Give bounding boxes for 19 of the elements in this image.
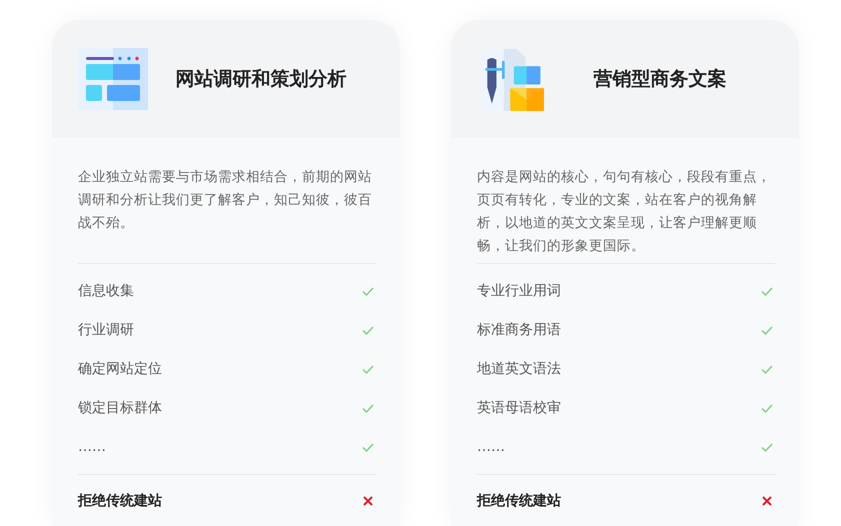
footer-label: 拒绝传统建站 <box>477 492 561 510</box>
feature-label: …… <box>477 438 505 454</box>
feature-label: 确定网站定位 <box>78 360 162 378</box>
feature-label: 专业行业用词 <box>477 282 561 300</box>
cross-icon <box>362 494 374 506</box>
cross-icon <box>761 494 773 506</box>
feature-label: 地道英文语法 <box>477 360 561 378</box>
feature-label: 行业调研 <box>78 320 134 338</box>
card-description: 企业独立站需要与市场需求相结合，前期的网站调研和分析让我们更了解客户，知己知彼，彼百战不殆。 <box>78 168 373 233</box>
feature-label: …… <box>78 438 106 454</box>
browser-layout-icon <box>78 47 148 111</box>
footer-label: 拒绝传统建站 <box>78 492 162 510</box>
card-title: 营销型商务文案 <box>592 67 728 92</box>
feature-label: 锁定目标群体 <box>78 398 162 416</box>
card-title: 网站调研和策划分析 <box>174 67 348 92</box>
feature-label: 信息收集 <box>78 282 134 300</box>
card-description: 内容是网站的核心，句句有核心，段段有重点，页页有转化，专业的文案，站在客户的视角解析，以地道的英文文案呈现，让客户理解更顺畅，让我们的形象更国际。 <box>477 168 772 256</box>
feature-label: 标准商务用语 <box>477 320 561 338</box>
feature-label: 英语母语校审 <box>477 398 561 416</box>
